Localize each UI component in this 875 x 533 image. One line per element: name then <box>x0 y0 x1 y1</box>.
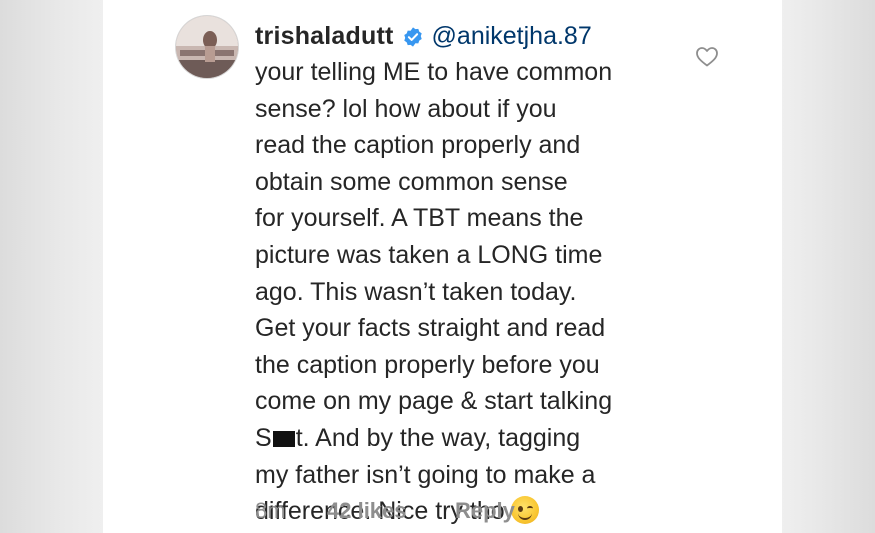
likes-count-button[interactable]: 42 likes <box>327 498 455 524</box>
comment-text-line-censored: St. And by the way, tagging <box>255 420 695 457</box>
mention-link[interactable]: @aniketjha.87 <box>432 22 592 51</box>
comment-text-line: my father isn’t going to make a <box>255 460 596 489</box>
comment-text-line: for yourself. A TBT means the <box>255 204 584 233</box>
censor-block <box>272 430 295 447</box>
comment-text-line: Get your facts straight and read <box>255 314 606 343</box>
verified-badge-icon <box>402 26 424 48</box>
username[interactable]: trishaladutt <box>255 22 394 51</box>
comment-text-line: read the caption properly and <box>255 131 581 160</box>
reply-button[interactable]: Reply <box>455 498 515 524</box>
censored-text-end: t. And by the way, tagging <box>295 423 581 452</box>
comment-text-line: come on my page & start talking <box>255 387 613 416</box>
comment-timestamp: 8m <box>255 498 286 523</box>
comment-text-line: obtain some common sense <box>255 167 568 196</box>
comment-card: trishaladutt @aniketjha.87 your telling … <box>103 0 782 533</box>
comment-header: trishaladutt @aniketjha.87 <box>255 18 695 54</box>
comment-text-line: your telling ME to have common <box>255 58 613 86</box>
comment-text-line: the caption properly before you <box>255 350 600 379</box>
censored-text-start: S <box>255 423 272 452</box>
comment-body: trishaladutt @aniketjha.87 your telling … <box>255 18 695 530</box>
heart-outline-icon[interactable] <box>695 45 719 67</box>
comment-footer: 8m 42 likes Reply <box>255 498 515 524</box>
comment-text-line: ago. This wasn’t taken today. <box>255 277 577 306</box>
comment-text-line: picture was taken a LONG time <box>255 240 603 269</box>
avatar[interactable] <box>176 16 238 78</box>
avatar-photo <box>176 16 238 78</box>
background-left <box>0 0 103 533</box>
comment-text-line: sense? lol how about if you <box>255 94 557 123</box>
background-right <box>782 0 875 533</box>
